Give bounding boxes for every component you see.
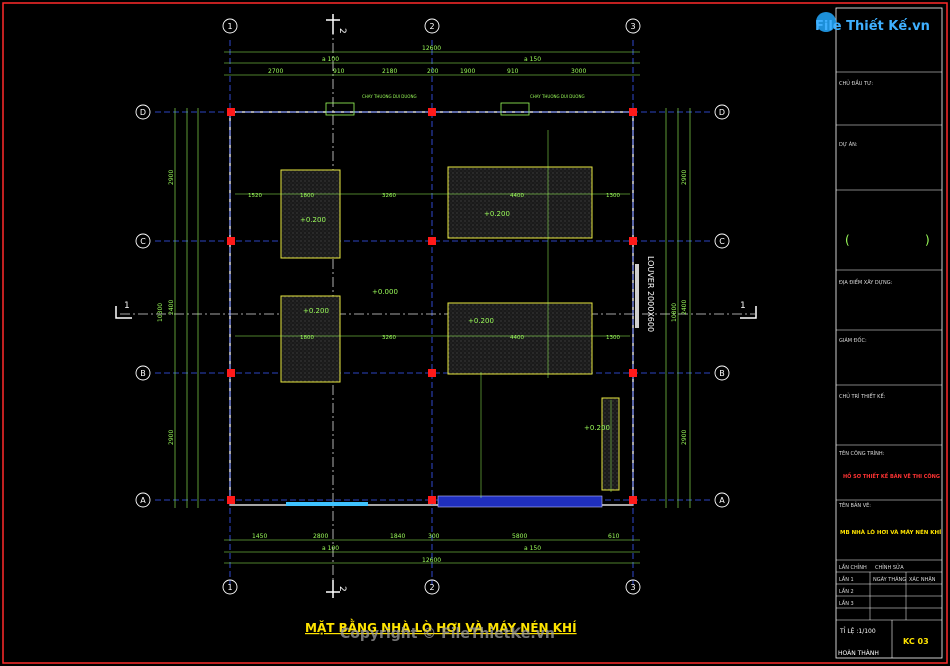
- svg-text:+0.200: +0.200: [303, 307, 329, 315]
- svg-text:1900: 1900: [460, 68, 475, 75]
- svg-text:+0.200: +0.200: [468, 317, 494, 325]
- svg-text:+0.000: +0.000: [372, 288, 398, 296]
- svg-text:File Thiết Kế.vn: File Thiết Kế.vn: [815, 19, 930, 34]
- equipment-pads: [280, 166, 620, 491]
- grid-label-row-d-left: D: [140, 108, 146, 117]
- title-block: File Thiết Kế.vn CHỦ ĐẦU TƯ: DỰ ÁN: ĐỊA …: [815, 7, 943, 659]
- svg-text:2700: 2700: [268, 68, 283, 75]
- svg-text:5800: 5800: [512, 533, 527, 540]
- svg-text:2800: 2800: [313, 533, 328, 540]
- svg-text:3000: 3000: [571, 68, 586, 75]
- dim-a150-bottom: a 150: [524, 545, 541, 552]
- svg-text:610: 610: [608, 533, 620, 540]
- svg-text:10300: 10300: [157, 303, 164, 322]
- svg-text:CHAY THUONG DUI DUONG: CHAY THUONG DUI DUONG: [362, 94, 417, 99]
- grid-label-row-b-left: B: [140, 369, 146, 378]
- grid-label-col-2-bottom: 2: [429, 583, 434, 592]
- svg-text:CHỦ TRÌ THIẾT KẾ:: CHỦ TRÌ THIẾT KẾ:: [839, 392, 886, 400]
- svg-text:LẦN 2: LẦN 2: [839, 587, 854, 595]
- pad-2: [447, 166, 593, 239]
- svg-text:2180: 2180: [382, 68, 397, 75]
- svg-text:CHỦ ĐẦU TƯ:: CHỦ ĐẦU TƯ:: [839, 79, 873, 87]
- dim-a100-top: a 100: [322, 56, 339, 63]
- section-markers: [115, 14, 757, 598]
- svg-text:10800: 10800: [671, 303, 678, 322]
- tb-sheet-no: KC 03: [903, 637, 929, 646]
- svg-text:910: 910: [507, 68, 519, 75]
- brand-logo: File Thiết Kế.vn: [815, 12, 930, 34]
- svg-text:2900: 2900: [168, 170, 175, 185]
- svg-text:+0.200: +0.200: [484, 210, 510, 218]
- grid-label-col-3-top: 3: [630, 22, 635, 31]
- svg-text:200: 200: [427, 68, 439, 75]
- svg-text:LẦN CHỈNH: LẦN CHỈNH: [839, 563, 867, 571]
- tb-brace-close: ): [925, 233, 930, 247]
- grid-label-row-a-left: A: [140, 496, 146, 505]
- section-label-bottom: 2: [337, 586, 347, 592]
- grid-label-col-1-bottom: 1: [227, 583, 232, 592]
- svg-text:2900: 2900: [681, 430, 688, 445]
- svg-text:1840: 1840: [390, 533, 405, 540]
- tb-scale: TỈ LỆ :1/100: [839, 627, 876, 635]
- grid-label-col-2-top: 2: [429, 22, 434, 31]
- svg-text:2900: 2900: [168, 430, 175, 445]
- svg-text:+0.200: +0.200: [300, 216, 326, 224]
- svg-text:GIÁM ĐỐC:: GIÁM ĐỐC:: [839, 336, 867, 344]
- svg-text:LẦN 1: LẦN 1: [839, 575, 854, 583]
- pad-1: [280, 169, 341, 259]
- pad-5: [601, 397, 620, 491]
- section-label-top: 2: [337, 28, 347, 34]
- watermark: Copyright © FileThietKe.vn: [340, 626, 555, 642]
- section-label-left: 1: [124, 301, 130, 311]
- svg-text:XÁC NHẬN: XÁC NHẬN: [909, 576, 936, 583]
- svg-text:CHỈNH SỬA: CHỈNH SỬA: [875, 563, 904, 571]
- svg-text:2400: 2400: [168, 300, 175, 315]
- dim-a100-bottom: a 100: [322, 545, 339, 552]
- louver-label: LOUVER 2000X600: [646, 256, 655, 332]
- grid-label-col-3-bottom: 3: [630, 583, 635, 592]
- svg-text:1450: 1450: [252, 533, 267, 540]
- svg-text:CHAY THUONG DUI DUONG: CHAY THUONG DUI DUONG: [530, 94, 585, 99]
- section-label-right: 1: [740, 301, 746, 311]
- grid-label-row-d-right: D: [719, 108, 725, 117]
- grid-label-row-b-right: B: [719, 369, 725, 378]
- floor-plan: LOUVER 2000X600 +0.200 +0.000 +0.200 +0.…: [115, 14, 757, 642]
- svg-text:LẦN 3: LẦN 3: [839, 599, 854, 607]
- svg-text:2900: 2900: [681, 170, 688, 185]
- dim-overall-top: 12600: [422, 45, 441, 52]
- grid-bubbles: [135, 18, 730, 595]
- grid-label-row-c-right: C: [719, 237, 725, 246]
- dim-a150-top: a 150: [524, 56, 541, 63]
- svg-text:NGÀY THÁNG: NGÀY THÁNG: [873, 576, 906, 583]
- tb-project-label: HỒ SƠ THIẾT KẾ BẢN VẼ THI CÔNG: [843, 471, 940, 480]
- svg-text:TÊN BẢN VẼ:: TÊN BẢN VẼ:: [838, 501, 871, 509]
- svg-text:TÊN CÔNG TRÌNH:: TÊN CÔNG TRÌNH:: [838, 449, 885, 457]
- grid-label-col-1-top: 1: [227, 22, 232, 31]
- svg-text:DỰ ÁN:: DỰ ÁN:: [839, 141, 858, 148]
- cad-drawing-canvas: LOUVER 2000X600 +0.200 +0.000 +0.200 +0.…: [2, 2, 948, 664]
- svg-text:300: 300: [428, 533, 440, 540]
- grid-label-row-c-left: C: [140, 237, 146, 246]
- door-small: [286, 502, 368, 506]
- svg-text:ĐỊA ĐIỂM XÂY DỰNG:: ĐỊA ĐIỂM XÂY DỰNG:: [839, 278, 893, 286]
- tb-status: HOÀN THÀNH: [838, 650, 879, 657]
- dim-overall-bottom: 12600: [422, 557, 441, 564]
- louver-opening: [635, 264, 639, 328]
- svg-text:+0.200: +0.200: [584, 424, 610, 432]
- grid-label-row-a-right: A: [719, 496, 725, 505]
- svg-text:910: 910: [333, 68, 345, 75]
- tb-drawing-name: MB NHÀ LÒ HƠI VÀ MÁY NÉN KHÍ: [840, 528, 941, 536]
- door-large: [437, 495, 603, 508]
- svg-text:2400: 2400: [681, 300, 688, 315]
- tb-brace-open: (: [845, 233, 850, 247]
